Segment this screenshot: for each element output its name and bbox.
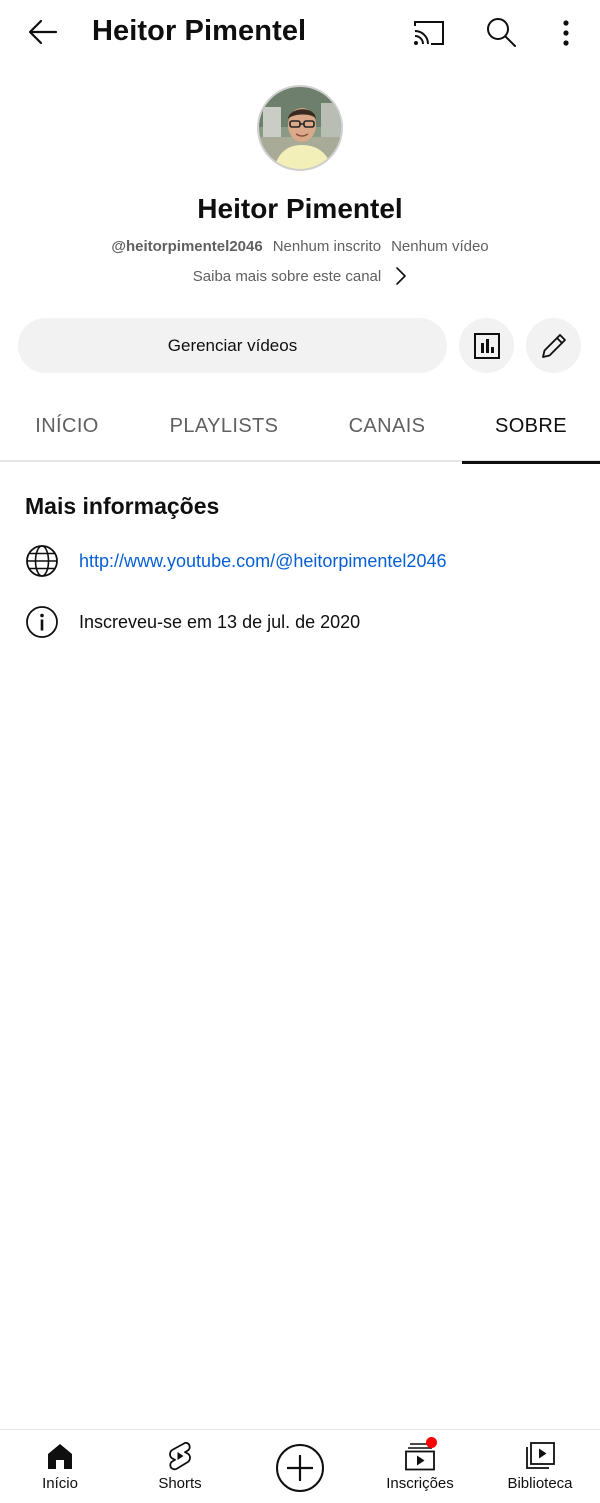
about-channel-link[interactable]: Saiba mais sobre este canal [0,266,600,286]
subscriber-count: Nenhum inscrito [272,238,382,255]
top-app-bar: Heitor Pimentel [0,0,600,66]
nav-home[interactable]: Início [0,1430,120,1503]
channel-handle: @heitorpimentel2046 [111,238,263,255]
create-button[interactable] [274,1442,326,1494]
channel-url-link[interactable]: http://www.youtube.com/@heitorpimentel20… [79,551,446,572]
nav-subscriptions-label: Inscrições [386,1475,454,1492]
home-icon [43,1440,77,1472]
channel-link-row: http://www.youtube.com/@heitorpimentel20… [25,543,585,579]
nav-library-label: Biblioteca [507,1475,573,1492]
cast-icon [414,21,444,45]
info-icon [25,605,59,639]
back-button[interactable] [22,12,64,52]
analytics-button[interactable] [459,318,514,373]
analytics-icon [473,332,500,359]
channel-avatar[interactable] [257,85,343,171]
nav-subscriptions[interactable]: Inscrições [360,1430,480,1503]
edit-channel-button[interactable] [526,318,581,373]
more-options-button[interactable] [548,12,584,54]
tab-inicio[interactable]: INÍCIO [0,390,134,462]
about-channel-label: Saiba mais sobre este canal [192,267,382,285]
more-vert-icon [563,20,569,46]
library-icon [523,1440,557,1472]
search-button[interactable] [480,11,522,53]
notification-dot [426,1437,437,1448]
avatar-photo [259,87,341,169]
nav-shorts[interactable]: Shorts [120,1430,240,1503]
nav-shorts-label: Shorts [158,1475,202,1492]
video-count: Nenhum vídeo [391,238,489,255]
joined-date-text: Inscreveu-se em 13 de jul. de 2020 [79,611,361,632]
section-title: Mais informações [25,493,220,519]
nav-library[interactable]: Biblioteca [480,1430,600,1503]
globe-icon [25,544,59,578]
manage-videos-button[interactable]: Gerenciar vídeos [18,318,447,373]
nav-home-label: Início [42,1475,78,1492]
subscriptions-icon [403,1437,437,1472]
chevron-right-icon [396,267,407,285]
search-icon [487,18,516,47]
channel-meta: @heitorpimentel2046 Nenhum inscrito Nenh… [0,238,600,255]
channel-tabs: INÍCIO PLAYLISTS CANAIS SOBRE [0,390,600,464]
tab-canais[interactable]: CANAIS [320,390,454,462]
joined-date-row: Inscreveu-se em 13 de jul. de 2020 [25,604,585,640]
shorts-icon [163,1440,197,1472]
edit-pencil-icon [541,333,566,358]
arrow-left-icon [28,19,58,45]
bottom-navigation: Início Shorts Inscrições Biblioteca [0,1429,600,1503]
cast-button[interactable] [408,13,450,53]
tab-sobre[interactable]: SOBRE [462,390,600,464]
tab-playlists[interactable]: PLAYLISTS [154,390,294,462]
page-title: Heitor Pimentel [92,15,307,47]
channel-name: Heitor Pimentel [197,193,403,224]
add-circle-icon [276,1444,324,1492]
